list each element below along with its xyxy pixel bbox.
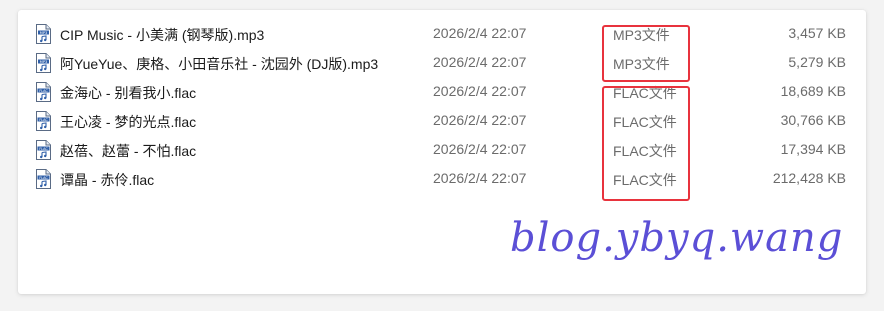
file-size: 18,689 KB: [780, 83, 846, 99]
file-date: 2026/2/4 22:07: [433, 141, 527, 157]
file-date: 2026/2/4 22:07: [433, 83, 527, 99]
flac-file-icon: FLAC: [36, 169, 51, 189]
flac-file-icon: FLAC: [36, 82, 51, 102]
file-name: 赵蓓、赵蕾 - 不怕.flac: [60, 143, 197, 159]
file-row[interactable]: FLAC 王心凌 - 梦的光点.flac 2026/2/4 22:07 FLAC…: [18, 106, 866, 135]
file-list: MP3 CIP Music - 小美满 (钢琴版).mp3 2026/2/4 2…: [18, 19, 866, 201]
file-name: 金海心 - 别看我小.flac: [60, 85, 197, 101]
svg-text:FLAC: FLAC: [39, 176, 48, 180]
file-date: 2026/2/4 22:07: [433, 25, 527, 41]
mp3-file-icon: MP3: [36, 53, 51, 73]
file-date: 2026/2/4 22:07: [433, 170, 527, 186]
file-date: 2026/2/4 22:07: [433, 112, 527, 128]
file-row[interactable]: MP3 阿YueYue、庚格、小田音乐社 - 沈园外 (DJ版).mp3 202…: [18, 48, 866, 77]
svg-text:MP3: MP3: [40, 60, 48, 64]
file-name: 谭晶 - 赤伶.flac: [60, 172, 155, 188]
svg-text:MP3: MP3: [40, 31, 48, 35]
watermark-text: blog.ybyq.wang: [510, 215, 844, 261]
file-row[interactable]: FLAC 谭晶 - 赤伶.flac 2026/2/4 22:07 FLAC文件 …: [18, 164, 866, 193]
flac-file-icon: FLAC: [36, 111, 51, 131]
file-size: 30,766 KB: [780, 112, 846, 128]
file-row[interactable]: FLAC 赵蓓、赵蕾 - 不怕.flac 2026/2/4 22:07 FLAC…: [18, 135, 866, 164]
svg-text:FLAC: FLAC: [39, 118, 48, 122]
file-row[interactable]: FLAC 金海心 - 别看我小.flac 2026/2/4 22:07 FLAC…: [18, 77, 866, 106]
file-size: 3,457 KB: [788, 25, 846, 41]
file-date: 2026/2/4 22:07: [433, 54, 527, 70]
file-size: 17,394 KB: [780, 141, 846, 157]
file-name: 王心凌 - 梦的光点.flac: [60, 114, 197, 130]
mp3-type-highlight-box: [602, 25, 690, 82]
file-name: 阿YueYue、庚格、小田音乐社 - 沈园外 (DJ版).mp3: [60, 56, 379, 72]
svg-text:FLAC: FLAC: [39, 147, 48, 151]
flac-file-icon: FLAC: [36, 140, 51, 160]
file-list-panel: MP3 CIP Music - 小美满 (钢琴版).mp3 2026/2/4 2…: [18, 10, 866, 294]
file-name: CIP Music - 小美满 (钢琴版).mp3: [60, 27, 265, 43]
file-row[interactable]: MP3 CIP Music - 小美满 (钢琴版).mp3 2026/2/4 2…: [18, 19, 866, 48]
svg-text:FLAC: FLAC: [39, 89, 48, 93]
flac-type-highlight-box: [602, 86, 690, 201]
file-size: 5,279 KB: [788, 54, 846, 70]
file-size: 212,428 KB: [772, 170, 846, 186]
mp3-file-icon: MP3: [36, 24, 51, 44]
